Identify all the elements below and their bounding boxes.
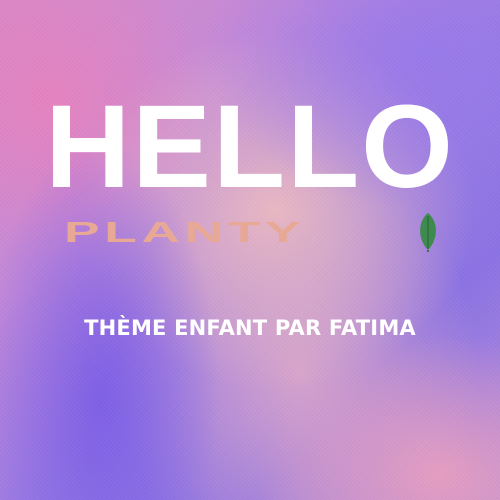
brand-name: PLANTY xyxy=(64,215,306,249)
tagline: THÈME ENFANT PAR FATIMA xyxy=(84,316,416,340)
brand-logo: PLANTY xyxy=(64,212,436,252)
leaf-icon xyxy=(420,213,436,252)
headline: HELLO xyxy=(45,81,455,213)
